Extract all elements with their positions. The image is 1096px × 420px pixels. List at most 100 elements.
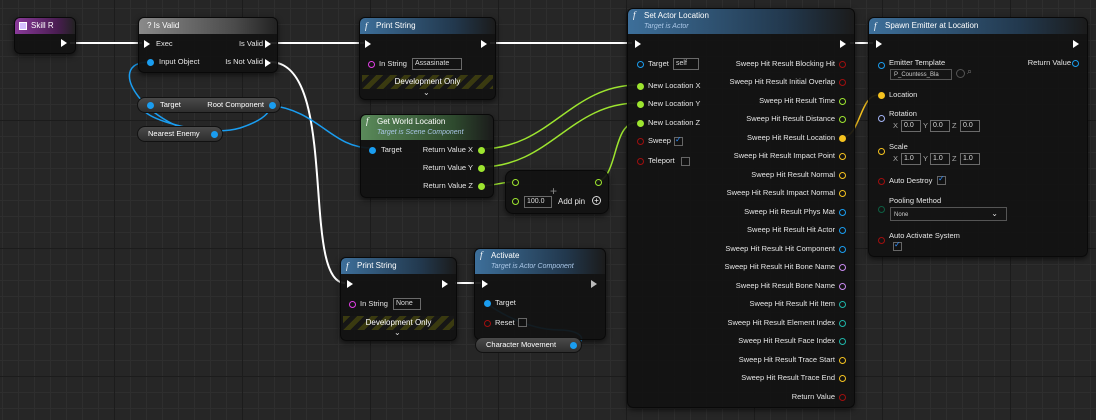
rotation-y-input[interactable]: 0.0 <box>930 120 950 132</box>
output-pin[interactable] <box>839 172 846 179</box>
float-in-pin-b[interactable] <box>512 198 519 205</box>
character-movement-out-pin[interactable] <box>570 342 577 349</box>
auto-activate-pin[interactable] <box>878 237 885 244</box>
rotation-z-input[interactable]: 0.0 <box>960 120 980 132</box>
output-pin[interactable] <box>839 153 846 160</box>
add-pin-icon[interactable]: + <box>592 196 601 205</box>
function-icon: f <box>480 250 483 260</box>
exec-out-pin[interactable] <box>442 280 448 288</box>
output-pin[interactable] <box>839 98 846 105</box>
target-pin[interactable] <box>369 147 376 154</box>
exec-out-pin[interactable] <box>840 40 846 48</box>
in-string-input[interactable]: None <box>393 298 421 310</box>
root-component-getter[interactable]: Target Root Component <box>137 97 281 113</box>
teleport-pin[interactable] <box>637 158 644 165</box>
output-pin[interactable] <box>839 375 846 382</box>
search-icon[interactable]: ⌕ <box>967 66 972 77</box>
add-pin-label[interactable]: Add pin <box>558 196 585 208</box>
reset-pin[interactable] <box>484 320 491 327</box>
emitter-template-pin[interactable] <box>878 62 885 69</box>
axis-x-label: X <box>893 154 899 163</box>
root-component-out-pin[interactable] <box>269 102 276 109</box>
use-selected-icon[interactable] <box>956 69 965 78</box>
output-pin[interactable] <box>839 246 846 253</box>
print-string-node-2[interactable]: f Print String In String None Developmen… <box>340 257 457 341</box>
exec-in-pin[interactable] <box>482 280 488 288</box>
character-movement-variable[interactable]: Character Movement <box>475 337 582 353</box>
output-pin[interactable] <box>839 209 846 216</box>
reset-checkbox[interactable] <box>518 318 527 327</box>
return-value-z-pin[interactable] <box>478 183 485 190</box>
exec-in-pin[interactable] <box>347 280 353 288</box>
get-world-location-node[interactable]: f Get World Location Target is Scene Com… <box>360 114 494 198</box>
float-out-pin[interactable] <box>595 179 602 186</box>
output-pin[interactable] <box>839 227 846 234</box>
return-value-x-pin[interactable] <box>478 147 485 154</box>
float-value-input[interactable]: 100.0 <box>524 196 552 208</box>
add-float-node[interactable]: + 100.0 Add pin + <box>505 170 609 214</box>
exec-out-pin[interactable] <box>481 40 487 48</box>
target-pin[interactable] <box>484 300 491 307</box>
new-location-x-pin[interactable] <box>637 83 644 90</box>
teleport-checkbox[interactable] <box>681 157 690 166</box>
print-string-node-1[interactable]: f Print String In String Assasinate Deve… <box>359 17 496 100</box>
output-pin[interactable] <box>839 357 846 364</box>
scale-pin[interactable] <box>878 148 885 155</box>
nearest-enemy-variable[interactable]: Nearest Enemy <box>137 126 223 142</box>
exec-out-pin[interactable] <box>61 39 67 47</box>
exec-in-pin[interactable] <box>365 40 371 48</box>
activate-node[interactable]: f Activate Target is Actor Component Tar… <box>474 248 606 340</box>
new-location-y-pin[interactable] <box>637 101 644 108</box>
pooling-method-pin[interactable] <box>878 206 885 213</box>
output-pin[interactable] <box>839 320 846 327</box>
scale-x-input[interactable]: 1.0 <box>901 153 921 165</box>
target-pin[interactable] <box>147 102 154 109</box>
exec-out-pin[interactable] <box>1073 40 1079 48</box>
in-string-pin[interactable] <box>368 61 375 68</box>
auto-destroy-pin[interactable] <box>878 178 885 185</box>
sweep-pin[interactable] <box>637 138 644 145</box>
new-location-z-pin[interactable] <box>637 120 644 127</box>
is-not-valid-exec-pin[interactable] <box>265 59 271 67</box>
return-value-pin[interactable] <box>839 394 846 401</box>
return-value-y-pin[interactable] <box>478 165 485 172</box>
emitter-template-dropdown[interactable]: P_Countess_Bla <box>890 69 952 80</box>
set-actor-location-node[interactable]: f Set Actor Location Target is Actor Tar… <box>627 8 855 408</box>
is-valid-exec-pin[interactable] <box>265 40 271 48</box>
rotation-pin[interactable] <box>878 115 885 122</box>
nearest-enemy-out-pin[interactable] <box>211 131 218 138</box>
skill-r-event-node[interactable]: Skill R <box>14 17 76 54</box>
scale-z-input[interactable]: 1.0 <box>960 153 980 165</box>
chevron-down-icon[interactable]: ⌄ <box>423 88 430 97</box>
output-pin[interactable] <box>839 338 846 345</box>
output-pin[interactable] <box>839 190 846 197</box>
output-pin[interactable] <box>839 301 846 308</box>
exec-in-pin[interactable] <box>144 40 150 48</box>
output-pin[interactable] <box>839 283 846 290</box>
output-pin[interactable] <box>839 135 846 142</box>
target-pin[interactable] <box>637 61 644 68</box>
is-valid-node[interactable]: ? Is Valid Exec Is Valid Input Object Is… <box>138 17 278 73</box>
location-pin[interactable] <box>878 92 885 99</box>
exec-in-pin[interactable] <box>635 40 641 48</box>
exec-in-pin[interactable] <box>876 40 882 48</box>
rotation-x-input[interactable]: 0.0 <box>901 120 921 132</box>
in-string-pin[interactable] <box>349 301 356 308</box>
spawn-emitter-at-location-node[interactable]: f Spawn Emitter at Location Emitter Temp… <box>868 17 1088 257</box>
target-self-input[interactable]: self <box>673 58 699 70</box>
exec-out-pin[interactable] <box>591 280 597 288</box>
output-pin[interactable] <box>839 264 846 271</box>
chevron-down-icon[interactable]: ⌄ <box>394 328 401 337</box>
in-string-input[interactable]: Assasinate <box>412 58 462 70</box>
output-pin[interactable] <box>839 61 846 68</box>
input-object-pin[interactable] <box>147 59 154 66</box>
float-in-pin-a[interactable] <box>512 179 519 186</box>
scale-y-input[interactable]: 1.0 <box>930 153 950 165</box>
auto-destroy-checkbox[interactable] <box>937 174 946 185</box>
sweep-checkbox[interactable] <box>674 135 683 146</box>
return-value-pin[interactable] <box>1072 60 1079 67</box>
pooling-method-dropdown[interactable]: None ⌄ <box>890 207 1007 221</box>
auto-activate-checkbox[interactable] <box>893 240 902 251</box>
output-pin[interactable] <box>839 79 846 86</box>
output-pin[interactable] <box>839 116 846 123</box>
